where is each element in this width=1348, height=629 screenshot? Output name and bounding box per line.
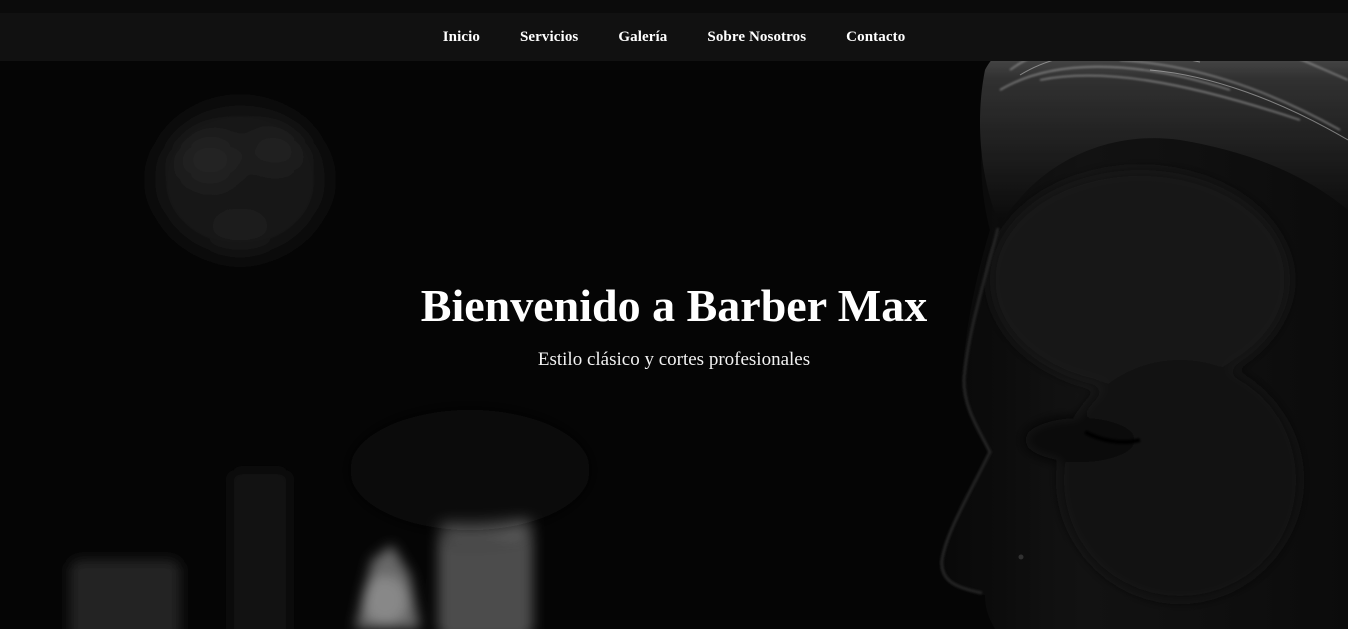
- top-strip: [0, 0, 1348, 13]
- main-navbar: Inicio Servicios Galería Sobre Nosotros …: [0, 13, 1348, 61]
- hero-subtitle: Estilo clásico y cortes profesionales: [537, 349, 811, 370]
- hero-title: Bienvenido a Barber Max: [420, 280, 928, 331]
- hero-section: Inicio Servicios Galería Sobre Nosotros …: [0, 0, 1348, 629]
- nav-link-sobre-nosotros[interactable]: Sobre Nosotros: [707, 29, 806, 46]
- nav-link-contacto[interactable]: Contacto: [846, 29, 905, 46]
- nav-link-inicio[interactable]: Inicio: [443, 29, 480, 46]
- nav-link-galeria[interactable]: Galería: [618, 29, 667, 46]
- nav-link-servicios[interactable]: Servicios: [520, 29, 578, 46]
- hero-content: Bienvenido a Barber Max Estilo clásico y…: [0, 278, 1348, 372]
